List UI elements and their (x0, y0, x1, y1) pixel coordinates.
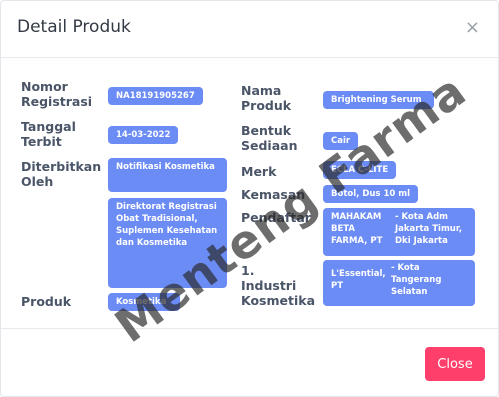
industri-address: - Kota Tangerang Selatan (391, 263, 442, 297)
value-nomor-registrasi: NA18191905267 (108, 87, 203, 105)
modal-title: Detail Produk (17, 17, 131, 37)
value-bentuk-sediaan: Cair (323, 132, 359, 150)
product-detail-modal: Detail Produk × Nomor Registrasi Tanggal… (0, 0, 499, 397)
value-produk: Kosmetika (108, 293, 180, 311)
close-icon[interactable]: × (465, 19, 480, 37)
label-produk: Produk (21, 294, 72, 309)
pendaftar-name: MAHAKAM BETA FARMA, PT (331, 212, 383, 246)
value-merk: ECLA C-LITE (323, 161, 397, 179)
value-kemasan: Botol, Dus 10 ml (323, 185, 419, 203)
label-diterbitkan-oleh: Diterbitkan Oleh (21, 159, 102, 189)
value-direktorat: Direktorat Registrasi Obat Tradisional, … (108, 198, 227, 288)
label-industri-kosmetika: 1. Industri Kosmetika (241, 263, 316, 308)
value-diterbitkan-oleh: Notifikasi Kosmetika (108, 158, 227, 192)
value-industri: L'Essential, PT - Kota Tangerang Selatan (323, 260, 475, 306)
label-nama-produk: Nama Produk (241, 83, 292, 113)
label-nomor-registrasi: Nomor Registrasi (21, 79, 93, 109)
value-tanggal-terbit: 14-03-2022 (108, 126, 179, 144)
industri-name: L'Essential, PT (331, 269, 386, 291)
value-pendaftar: MAHAKAM BETA FARMA, PT - Kota Adm Jakart… (323, 208, 475, 256)
value-nama-produk: Brightening Serum (323, 91, 434, 109)
label-kemasan: Kemasan (241, 187, 306, 202)
modal-footer: Close (1, 328, 498, 396)
close-button[interactable]: Close (425, 347, 485, 381)
label-bentuk-sediaan: Bentuk Sediaan (241, 123, 298, 153)
label-pendaftar: Pendaftar (241, 210, 311, 225)
label-tanggal-terbit: Tanggal Terbit (21, 119, 76, 149)
modal-header: Detail Produk × (1, 1, 498, 58)
pendaftar-address: - Kota Adm Jakarta Timur, Dki Jakarta (395, 212, 463, 246)
label-merk: Merk (241, 164, 277, 179)
